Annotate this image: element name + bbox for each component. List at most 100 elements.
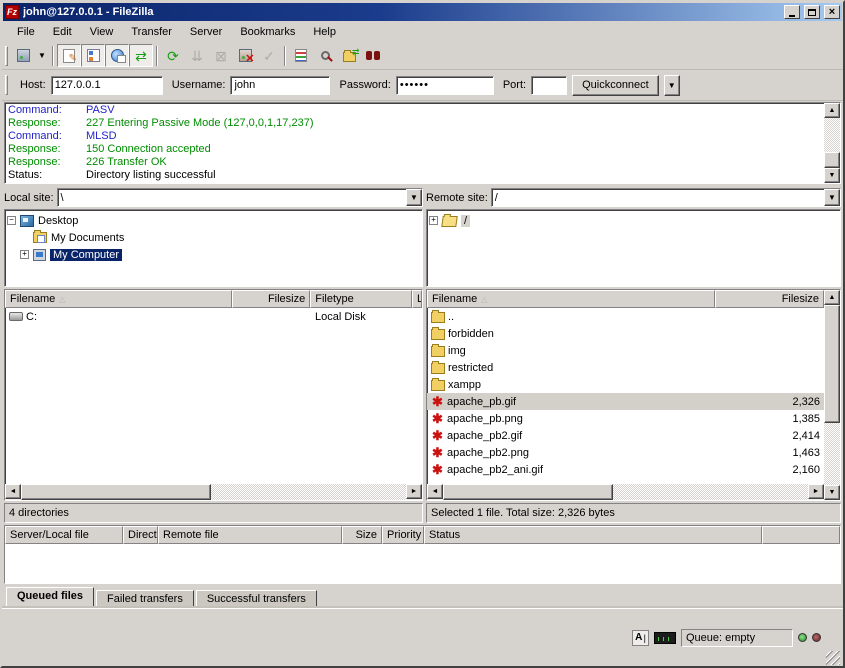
menu-view[interactable]: View (81, 24, 123, 40)
disconnect-button[interactable]: ✕ (233, 44, 257, 67)
title-bar[interactable]: Fz john@127.0.0.1 - FileZilla × (3, 3, 842, 21)
scrollbar-thumb[interactable] (824, 305, 840, 423)
directory-comparison-button[interactable] (313, 44, 337, 67)
toggle-message-log-button[interactable] (57, 44, 81, 67)
toggle-transfer-queue-button[interactable]: ⇄ (129, 44, 153, 67)
resize-grip[interactable] (826, 651, 840, 665)
scrollbar-thumb[interactable] (443, 484, 613, 500)
scrollbar-thumb[interactable] (824, 152, 840, 168)
file-row[interactable]: ✱apache_pb2.png1,463 (427, 444, 824, 461)
host-label: Host: (20, 79, 46, 91)
port-input[interactable] (531, 76, 567, 95)
quickconnect-dropdown[interactable]: ▼ (664, 75, 680, 96)
local-hscrollbar[interactable]: ◄ ► (5, 484, 422, 500)
quickconnect-button[interactable]: Quickconnect (572, 75, 659, 96)
column-filesize[interactable]: Filesize (715, 290, 824, 308)
menu-file[interactable]: File (8, 24, 44, 40)
column-status[interactable]: Status (424, 526, 762, 544)
menu-help[interactable]: Help (304, 24, 345, 40)
file-row[interactable]: ✱apache_pb2_ani.gif2,160 (427, 461, 824, 478)
close-button[interactable]: × (824, 5, 840, 19)
file-row-selected[interactable]: ✱apache_pb.gif2,326 (427, 393, 824, 410)
tree-item-desktop[interactable]: − Desktop (7, 212, 420, 229)
queue-body[interactable] (5, 544, 840, 583)
file-row[interactable]: ✱apache_pb2.gif2,414 (427, 427, 824, 444)
column-remote-file[interactable]: Remote file (158, 526, 342, 544)
local-site-combo[interactable]: \ ▼ (57, 188, 423, 207)
scrollbar-thumb[interactable] (21, 484, 211, 500)
expand-icon[interactable]: + (429, 216, 438, 225)
tree-item-my-computer[interactable]: + My Computer (7, 246, 420, 263)
file-row[interactable]: .. (427, 308, 824, 325)
reconnect-button[interactable]: ✓ (257, 44, 281, 67)
file-row[interactable]: xampp (427, 376, 824, 393)
scroll-up-icon[interactable]: ▲ (824, 103, 840, 118)
remote-site-label: Remote site: (426, 192, 488, 204)
file-row[interactable]: ✱apache_pb.png1,385 (427, 410, 824, 427)
scroll-down-icon[interactable]: ▼ (824, 485, 840, 500)
log-scrollbar[interactable]: ▲ ▼ (824, 103, 840, 183)
synchronized-browsing-button[interactable]: ⇄ (337, 44, 361, 67)
remote-tree[interactable]: + / (426, 209, 841, 287)
column-priority[interactable]: Priority (382, 526, 424, 544)
cancel-button[interactable]: ⊠ (209, 44, 233, 67)
local-pane: Local site: \ ▼ − Desktop My Documents + (4, 187, 423, 523)
menu-bookmarks[interactable]: Bookmarks (231, 24, 304, 40)
process-queue-button[interactable]: ⇊ (185, 44, 209, 67)
scroll-right-icon[interactable]: ► (808, 484, 824, 499)
column-direction[interactable]: Directi... (123, 526, 158, 544)
file-row[interactable]: restricted (427, 359, 824, 376)
image-file-icon: ✱ (431, 395, 444, 408)
log-label: Response: (8, 117, 86, 130)
expand-icon[interactable]: + (20, 250, 29, 259)
column-server-local-file[interactable]: Server/Local file (5, 526, 123, 544)
scroll-up-icon[interactable]: ▲ (824, 290, 840, 305)
refresh-button[interactable]: ⟳ (161, 44, 185, 67)
scroll-right-icon[interactable]: ► (406, 484, 422, 499)
tab-failed-transfers[interactable]: Failed transfers (96, 590, 194, 608)
username-label: Username: (172, 79, 226, 91)
tab-successful-transfers[interactable]: Successful transfers (196, 590, 317, 608)
find-button[interactable] (361, 44, 385, 67)
tree-item-root[interactable]: + / (429, 212, 838, 229)
file-row[interactable]: forbidden (427, 325, 824, 342)
filter-button[interactable] (289, 44, 313, 67)
column-filesize[interactable]: Filesize (232, 290, 310, 308)
remote-site-combo[interactable]: / ▼ (491, 188, 841, 207)
tab-queued-files[interactable]: Queued files (6, 587, 94, 608)
menu-transfer[interactable]: Transfer (122, 24, 181, 40)
maximize-button[interactable] (804, 5, 820, 19)
remote-vscrollbar[interactable]: ▲ ▼ (824, 290, 840, 500)
local-tree[interactable]: − Desktop My Documents + My Computer (4, 209, 423, 287)
collapse-icon[interactable]: − (7, 216, 16, 225)
column-filename[interactable]: Filename△ (427, 290, 715, 308)
remote-list-body[interactable]: .. forbidden img restricted xampp ✱apach… (427, 308, 824, 484)
site-manager-dropdown[interactable]: ▼ (35, 44, 49, 67)
chevron-down-icon[interactable]: ▼ (406, 189, 422, 206)
remote-status-bar: Selected 1 file. Total size: 2,326 bytes (426, 503, 841, 523)
scroll-down-icon[interactable]: ▼ (824, 168, 840, 183)
file-row-c-drive[interactable]: C: Local Disk (5, 308, 422, 325)
column-size[interactable]: Size (342, 526, 382, 544)
chevron-down-icon[interactable]: ▼ (824, 189, 840, 206)
scroll-left-icon[interactable]: ◄ (427, 484, 443, 499)
menu-edit[interactable]: Edit (44, 24, 81, 40)
scroll-left-icon[interactable]: ◄ (5, 484, 21, 499)
toggle-remote-tree-button[interactable] (105, 44, 129, 67)
toolbar: ▼ ⇄ ⟳ ⇊ ⊠ ✕ ✓ ⇄ (2, 42, 843, 70)
column-filetype[interactable]: Filetype (310, 290, 412, 308)
host-input[interactable] (51, 76, 163, 95)
toggle-local-tree-button[interactable] (81, 44, 105, 67)
tree-item-my-documents[interactable]: My Documents (7, 229, 420, 246)
password-input[interactable] (396, 76, 494, 95)
menu-server[interactable]: Server (181, 24, 231, 40)
file-row[interactable]: img (427, 342, 824, 359)
remote-hscrollbar[interactable]: ◄ ► (427, 484, 824, 500)
column-lastmodified[interactable]: L (412, 290, 422, 308)
column-filename[interactable]: Filename△ (5, 290, 232, 308)
username-input[interactable] (230, 76, 330, 95)
minimize-button[interactable] (784, 5, 800, 19)
message-log[interactable]: Command:PASV Response:227 Entering Passi… (4, 102, 841, 184)
site-manager-button[interactable] (11, 44, 35, 67)
local-list-body[interactable]: C: Local Disk (5, 308, 422, 484)
